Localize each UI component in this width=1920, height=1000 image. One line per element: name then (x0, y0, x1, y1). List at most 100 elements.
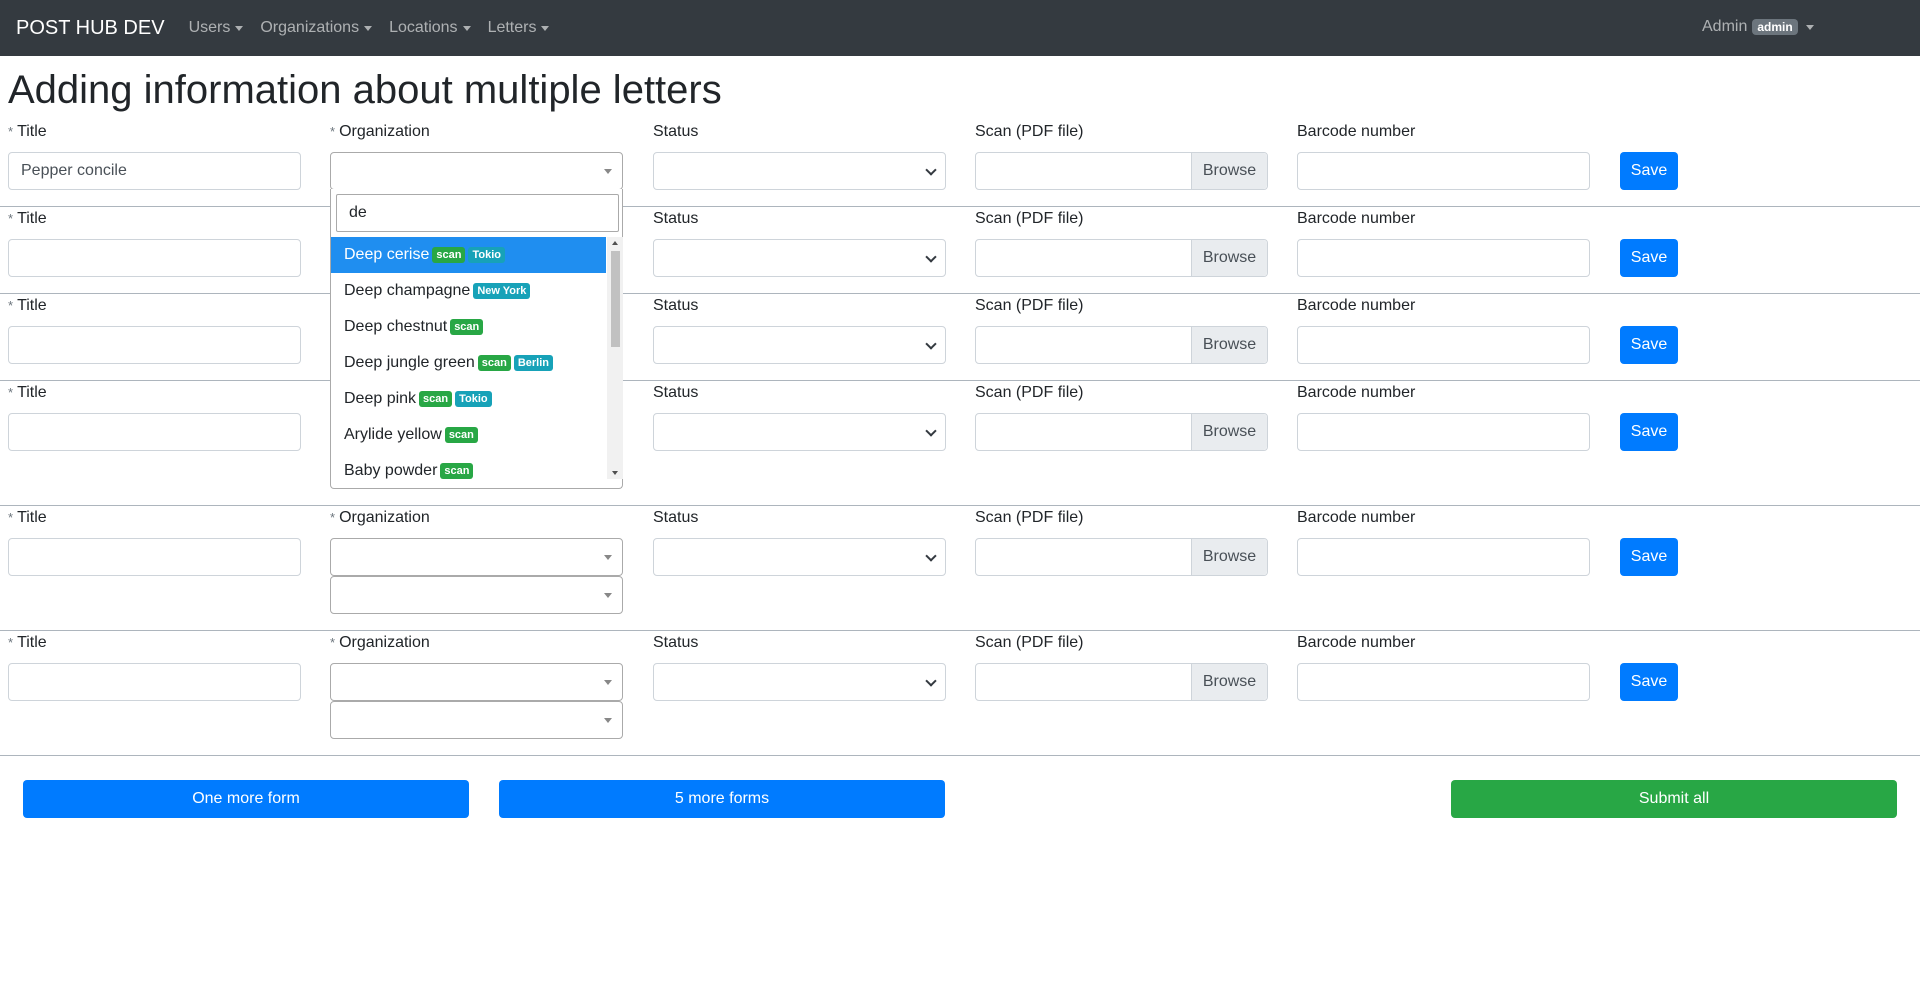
chevron-down-icon (925, 550, 937, 562)
five-more-forms-button[interactable]: 5 more forms (499, 780, 945, 818)
field-label-text: Title (17, 509, 47, 526)
scroll-up-icon[interactable] (612, 241, 618, 245)
scan-file-input[interactable]: Browse (975, 326, 1268, 364)
caret-down-icon (604, 680, 612, 685)
browse-button[interactable]: Browse (1191, 327, 1267, 363)
save-button[interactable]: Save (1620, 538, 1678, 576)
scan-file-input[interactable]: Browse (975, 413, 1268, 451)
scan-file-input[interactable]: Browse (975, 538, 1268, 576)
status-select[interactable] (653, 538, 946, 576)
organization-option[interactable]: Deep pink scan Tokio (331, 381, 606, 417)
field-label-text: Title (17, 297, 47, 314)
page-title: Adding information about multiple letter… (8, 68, 722, 112)
option-label: Deep cerise (344, 246, 430, 263)
required-mark: * (330, 635, 336, 650)
location-select[interactable] (330, 576, 623, 614)
scan-file-input[interactable]: Browse (975, 152, 1268, 190)
browse-button[interactable]: Browse (1191, 414, 1267, 450)
nav-locations-label: Locations (389, 19, 458, 36)
caret-down-icon (604, 169, 612, 174)
title-input[interactable] (8, 538, 301, 576)
field-label: Status (653, 631, 698, 655)
nav-users-label: Users (188, 19, 231, 36)
scan-badge: scan (477, 355, 511, 371)
caret-down-icon (604, 718, 612, 723)
nav-users[interactable]: Users (189, 19, 244, 37)
barcode-input[interactable] (1297, 239, 1590, 277)
organization-search-input[interactable]: de (336, 194, 619, 232)
status-select[interactable] (653, 413, 946, 451)
organization-option[interactable]: Deep chestnut scan (331, 309, 606, 345)
save-button[interactable]: Save (1620, 326, 1678, 364)
organization-select[interactable] (330, 152, 623, 190)
row-divider (0, 206, 1920, 207)
field-label: * Title (8, 207, 47, 231)
save-button[interactable]: Save (1620, 152, 1678, 190)
field-label: Status (653, 506, 698, 530)
field-label-text: Barcode number (1297, 297, 1416, 314)
field-label: * Organization (330, 120, 430, 144)
scan-file-input[interactable]: Browse (975, 663, 1268, 701)
organization-option[interactable]: Arylide yellow scan (331, 417, 606, 453)
status-select[interactable] (653, 663, 946, 701)
organization-select[interactable] (330, 538, 623, 576)
scan-badge: scan (440, 463, 474, 479)
browse-button[interactable]: Browse (1191, 240, 1267, 276)
field-label: * Organization (330, 506, 430, 530)
field-label: Barcode number (1297, 506, 1415, 530)
scroll-down-icon[interactable] (612, 471, 618, 475)
required-mark: * (330, 124, 336, 139)
barcode-input[interactable] (1297, 152, 1590, 190)
barcode-input[interactable] (1297, 326, 1590, 364)
scrollbar-thumb[interactable] (611, 251, 620, 347)
barcode-input[interactable] (1297, 663, 1590, 701)
field-label: * Title (8, 120, 47, 144)
field-label: Status (653, 207, 698, 231)
user-menu[interactable]: Admin admin (1702, 18, 1814, 36)
barcode-input[interactable] (1297, 413, 1590, 451)
browse-button[interactable]: Browse (1191, 664, 1267, 700)
title-input[interactable] (8, 326, 301, 364)
browse-button[interactable]: Browse (1191, 539, 1267, 575)
save-button[interactable]: Save (1620, 239, 1678, 277)
location-select[interactable] (330, 701, 623, 739)
dropdown-scrollbar[interactable] (607, 237, 623, 479)
scan-badge: scan (419, 391, 453, 407)
scan-badge: scan (450, 319, 484, 335)
field-label: Status (653, 381, 698, 405)
field-label-text: Status (653, 210, 699, 227)
save-button[interactable]: Save (1620, 413, 1678, 451)
organization-select[interactable] (330, 663, 623, 701)
status-select[interactable] (653, 152, 946, 190)
nav-letters[interactable]: Letters (488, 19, 550, 37)
chevron-down-icon (925, 251, 937, 263)
save-button[interactable]: Save (1620, 663, 1678, 701)
field-label-text: Status (653, 384, 699, 401)
title-input[interactable]: Pepper concile (8, 152, 301, 190)
option-label: Baby powder (344, 462, 438, 479)
status-select[interactable] (653, 239, 946, 277)
organization-option[interactable]: Baby powder scan (331, 453, 606, 479)
title-input[interactable] (8, 413, 301, 451)
required-mark: * (8, 298, 14, 313)
one-more-form-button[interactable]: One more form (23, 780, 469, 818)
brand-logo[interactable]: POST HUB DEV (16, 17, 165, 40)
field-label-text: Organization (339, 509, 430, 526)
status-select[interactable] (653, 326, 946, 364)
field-label-text: Title (17, 123, 47, 140)
organization-option[interactable]: Deep champagne New York (331, 273, 606, 309)
title-input[interactable] (8, 239, 301, 277)
nav-organizations[interactable]: Organizations (260, 19, 373, 37)
user-name: Admin (1702, 18, 1748, 35)
row-divider (0, 505, 1920, 506)
submit-all-button[interactable]: Submit all (1451, 780, 1897, 818)
organization-option[interactable]: Deep cerise scan Tokio (331, 237, 606, 273)
title-input[interactable] (8, 663, 301, 701)
nav-locations[interactable]: Locations (389, 19, 471, 37)
barcode-input[interactable] (1297, 538, 1590, 576)
organization-option[interactable]: Deep jungle green scan Berlin (331, 345, 606, 381)
organization-dropdown: de Deep cerise scan Tokio Deep champagne New… (330, 189, 623, 489)
option-label: Deep jungle green (344, 354, 475, 371)
scan-file-input[interactable]: Browse (975, 239, 1268, 277)
browse-button[interactable]: Browse (1191, 153, 1267, 189)
